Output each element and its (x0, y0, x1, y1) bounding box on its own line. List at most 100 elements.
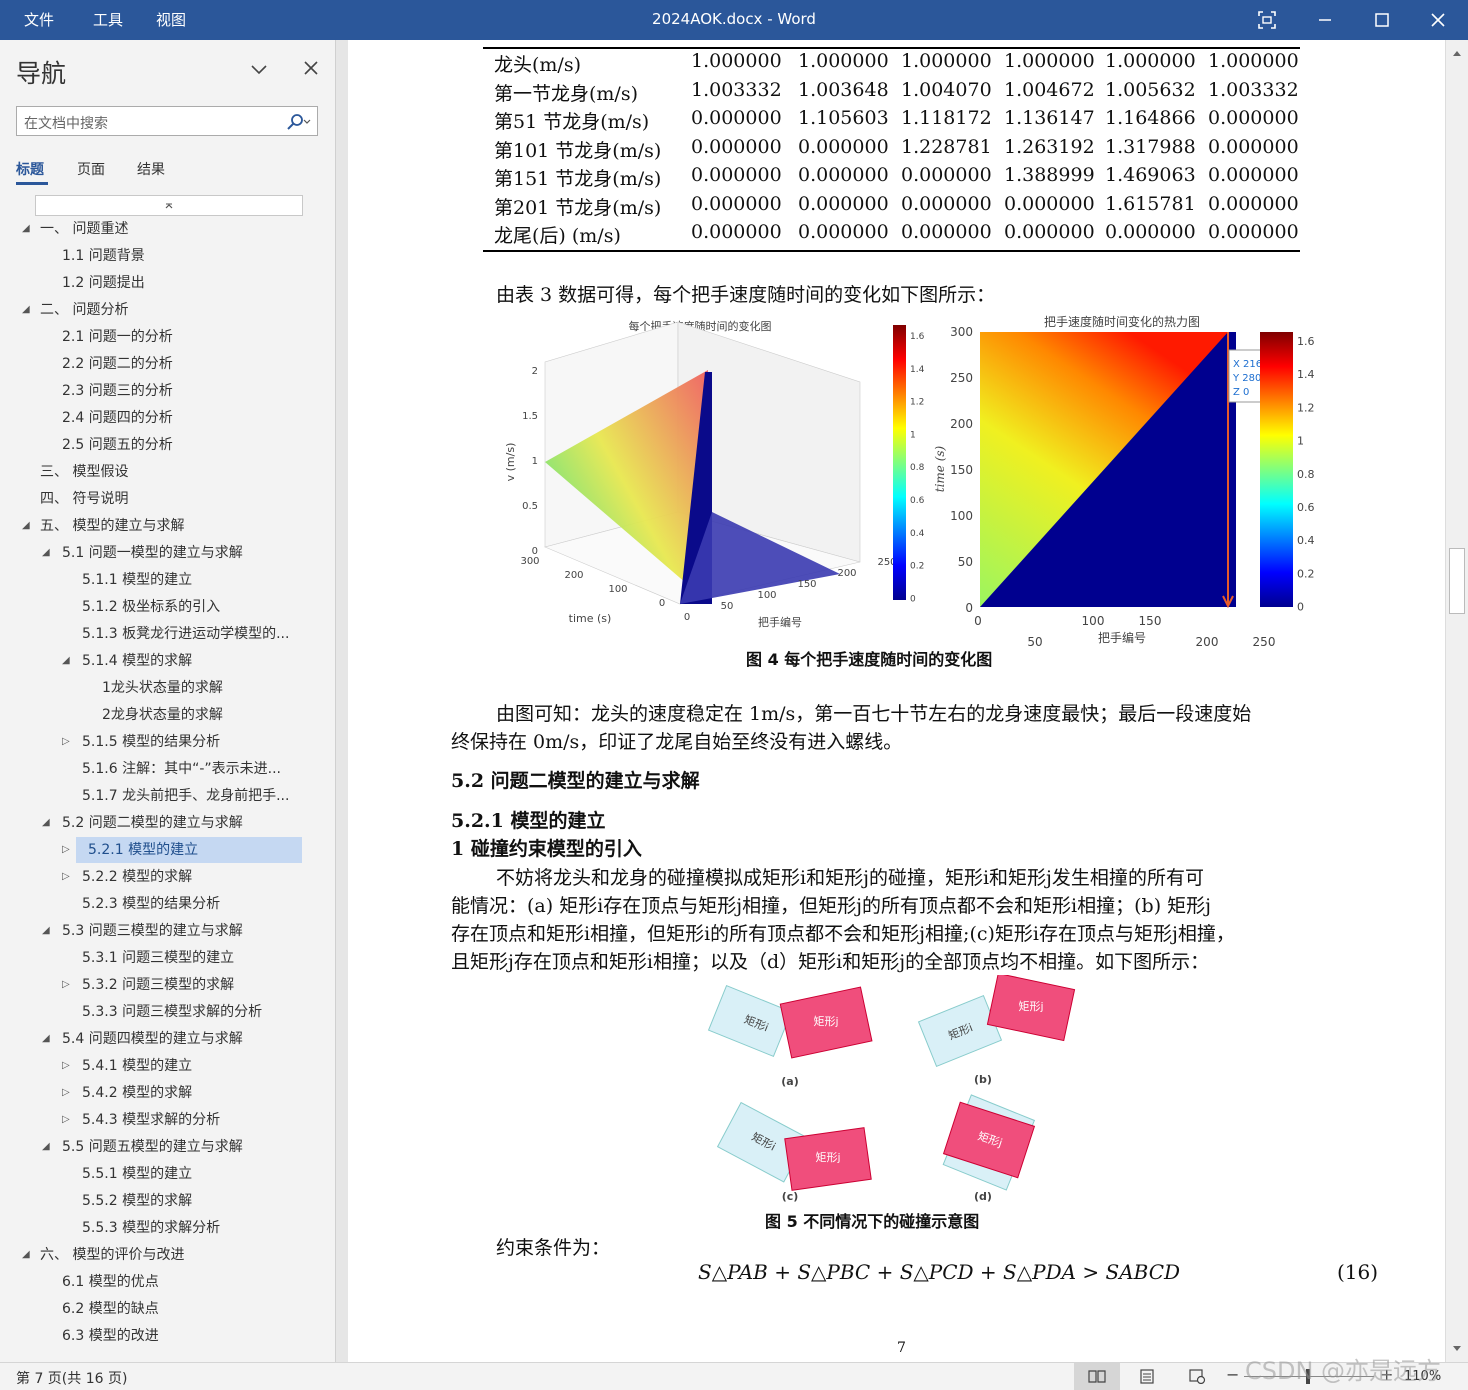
collapsed-triangle-icon[interactable]: ▷ (62, 729, 70, 755)
focus-mode-icon[interactable] (1255, 8, 1279, 32)
case-b: 矩形i 矩形j (b) (917, 975, 1076, 1086)
web-layout-icon[interactable] (1188, 1369, 1206, 1384)
nav-heading-item[interactable]: 2.1 问题一的分析 (0, 324, 330, 350)
nav-heading-item[interactable]: ◢ 5.5 问题五模型的建立与求解 (0, 1134, 330, 1160)
expanded-triangle-icon[interactable]: ◢ (42, 540, 50, 566)
table-cell: 0.000000 (1208, 135, 1299, 158)
nav-heading-item[interactable]: ▷ 5.4.2 模型的求解 (0, 1080, 330, 1106)
minimize-icon[interactable] (1313, 8, 1337, 32)
nav-heading-item[interactable]: ◢ 二、 问题分析 (0, 297, 330, 323)
nav-heading-item[interactable]: 2.2 问题二的分析 (0, 351, 330, 377)
label-case-c: (c) (782, 1190, 799, 1203)
expanded-triangle-icon[interactable]: ◢ (22, 513, 30, 539)
nav-heading-item[interactable]: 四、 符号说明 (0, 486, 330, 512)
zoom-out-button[interactable]: − (1226, 1365, 1239, 1384)
heatmap-y-tick-label: 0 (965, 601, 973, 615)
label-rect-j-c: 矩形j (815, 1151, 840, 1164)
scrollbar-thumb[interactable] (1449, 548, 1465, 614)
nav-heading-item[interactable]: 6.2 模型的缺点 (0, 1296, 330, 1322)
expanded-triangle-icon[interactable]: ◢ (22, 1242, 30, 1268)
vertical-scrollbar[interactable] (1445, 40, 1468, 1362)
chevron-down-icon[interactable] (248, 58, 270, 80)
nav-heading-item[interactable]: 5.2.3 模型的结果分析 (0, 891, 330, 917)
nav-heading-item[interactable]: 6.1 模型的优点 (0, 1269, 330, 1295)
scroll-down-icon[interactable] (1451, 1344, 1463, 1354)
nav-heading-item[interactable]: 5.1.1 模型的建立 (0, 567, 330, 593)
tab-pages[interactable]: 页面 (77, 159, 105, 179)
nav-heading-item[interactable]: 三、 模型假设 (0, 459, 330, 485)
print-layout-icon[interactable] (1138, 1369, 1156, 1384)
nav-heading-item[interactable]: 5.5.3 模型的求解分析 (0, 1215, 330, 1241)
nav-heading-item[interactable]: 5.3.1 问题三模型的建立 (0, 945, 330, 971)
collapse-all-bar[interactable] (35, 195, 303, 216)
collapse-up-icon (165, 203, 173, 209)
nav-heading-item[interactable]: 1.1 问题背景 (0, 243, 330, 269)
expanded-triangle-icon[interactable]: ◢ (22, 216, 30, 242)
nav-heading-item[interactable]: 1龙头状态量的求解 (0, 675, 330, 701)
collapsed-triangle-icon[interactable]: ▷ (62, 972, 70, 998)
nav-heading-item[interactable]: ▷ 5.4.3 模型求解的分析 (0, 1107, 330, 1133)
expanded-triangle-icon[interactable]: ◢ (42, 1026, 50, 1052)
case-a: 矩形i 矩形j (a) (707, 984, 873, 1088)
nav-heading-item[interactable]: ▷ 5.2.2 模型的求解 (0, 864, 330, 890)
nav-heading-item[interactable]: 5.1.2 极坐标系的引入 (0, 594, 330, 620)
nav-heading-item[interactable]: ◢ 5.1.4 模型的求解 (0, 648, 330, 674)
table-row-label: 第151 节龙身(m/s) (494, 168, 662, 190)
search-icon[interactable] (285, 113, 311, 131)
table-cell: 0.000000 (691, 135, 782, 158)
nav-heading-item[interactable]: ◢ 5.4 问题四模型的建立与求解 (0, 1026, 330, 1052)
collapsed-triangle-icon[interactable]: ▷ (62, 864, 70, 890)
nav-heading-item[interactable]: 5.1.6 注解：其中“-”表示未进... (0, 756, 330, 782)
figure5-caption: 图 5 不同情况下的碰撞示意图 (765, 1212, 980, 1231)
nav-heading-item[interactable]: 2.4 问题四的分析 (0, 405, 330, 431)
nav-heading-item[interactable]: 2龙身状态量的求解 (0, 702, 330, 728)
nav-heading-item[interactable]: 5.5.2 模型的求解 (0, 1188, 330, 1214)
nav-heading-item[interactable]: ▷ 5.2.1 模型的建立 (62, 837, 302, 863)
colorbar-tick-label: 0.8 (1297, 468, 1315, 481)
nav-heading-item[interactable]: 2.5 问题五的分析 (0, 432, 330, 458)
tab-headings[interactable]: 标题 (16, 159, 44, 179)
nav-heading-item[interactable]: ◢ 5.3 问题三模型的建立与求解 (0, 918, 330, 944)
table-cell: 0.000000 (691, 192, 782, 215)
collapsed-triangle-icon[interactable]: ▷ (62, 1053, 70, 1079)
paragraph-collision-line4: 且矩形j存在顶点和矩形i相撞；以及（d）矩形i和矩形j的全部顶点均不相撞。如下图… (451, 951, 1210, 973)
heatmap-y-tick-label: 300 (950, 325, 973, 339)
tab-results[interactable]: 结果 (137, 159, 165, 179)
nav-heading-item[interactable]: ◢ 5.1 问题一模型的建立与求解 (0, 540, 330, 566)
nav-heading-item[interactable]: 5.5.1 模型的建立 (0, 1161, 330, 1187)
nav-heading-item[interactable]: ◢ 5.2 问题二模型的建立与求解 (0, 810, 330, 836)
nav-heading-item[interactable]: ◢ 六、 模型的评价与改进 (0, 1242, 330, 1268)
z-tick-label: 1 (532, 456, 538, 467)
nav-heading-item[interactable]: ▷ 5.4.1 模型的建立 (0, 1053, 330, 1079)
nav-heading-item[interactable]: ▷ 5.1.5 模型的结果分析 (0, 729, 330, 755)
nav-heading-label: 5.1.4 模型的求解 (82, 653, 193, 669)
page-info: 第 7 页(共 16 页) (16, 1371, 128, 1387)
nav-heading-item[interactable]: 6.3 模型的改进 (0, 1323, 330, 1349)
nav-heading-item[interactable]: ▷ 5.3.2 问题三模型的求解 (0, 972, 330, 998)
collapsed-triangle-icon[interactable]: ▷ (62, 1080, 70, 1106)
scroll-up-icon[interactable] (1451, 48, 1463, 58)
maximize-icon[interactable] (1370, 8, 1394, 32)
collapsed-triangle-icon[interactable]: ▷ (62, 837, 70, 863)
expanded-triangle-icon[interactable]: ◢ (42, 918, 50, 944)
nav-heading-item[interactable]: 5.1.7 龙头前把手、龙身前把手... (0, 783, 330, 809)
expanded-triangle-icon[interactable]: ◢ (42, 1134, 50, 1160)
search-input[interactable]: 在文档中搜索 (16, 106, 318, 136)
expanded-triangle-icon[interactable]: ◢ (42, 810, 50, 836)
nav-heading-item[interactable]: ◢ 五、 模型的建立与求解 (0, 513, 330, 539)
close-pane-icon[interactable] (301, 58, 321, 78)
expanded-triangle-icon[interactable]: ◢ (22, 297, 30, 323)
nav-heading-item[interactable]: ◢ 一、 问题重述 (0, 216, 330, 242)
left-colorbar (893, 325, 906, 600)
collapsed-triangle-icon[interactable]: ▷ (62, 1107, 70, 1133)
window-title: 2024AOK.docx - Word (652, 10, 816, 28)
read-mode-button[interactable] (1074, 1363, 1120, 1390)
nav-heading-item[interactable]: 5.1.3 板凳龙行进运动学模型的... (0, 621, 330, 647)
watermark: CSDN @亦是远方 (1245, 1357, 1442, 1385)
nav-heading-item[interactable]: 1.2 问题提出 (0, 270, 330, 296)
nav-heading-item[interactable]: 2.3 问题三的分析 (0, 378, 330, 404)
expanded-triangle-icon[interactable]: ◢ (62, 648, 70, 674)
close-icon[interactable] (1426, 8, 1450, 32)
nav-heading-item[interactable]: 5.3.3 问题三模型求解的分析 (0, 999, 330, 1025)
table-cell: 0.000000 (691, 164, 782, 186)
